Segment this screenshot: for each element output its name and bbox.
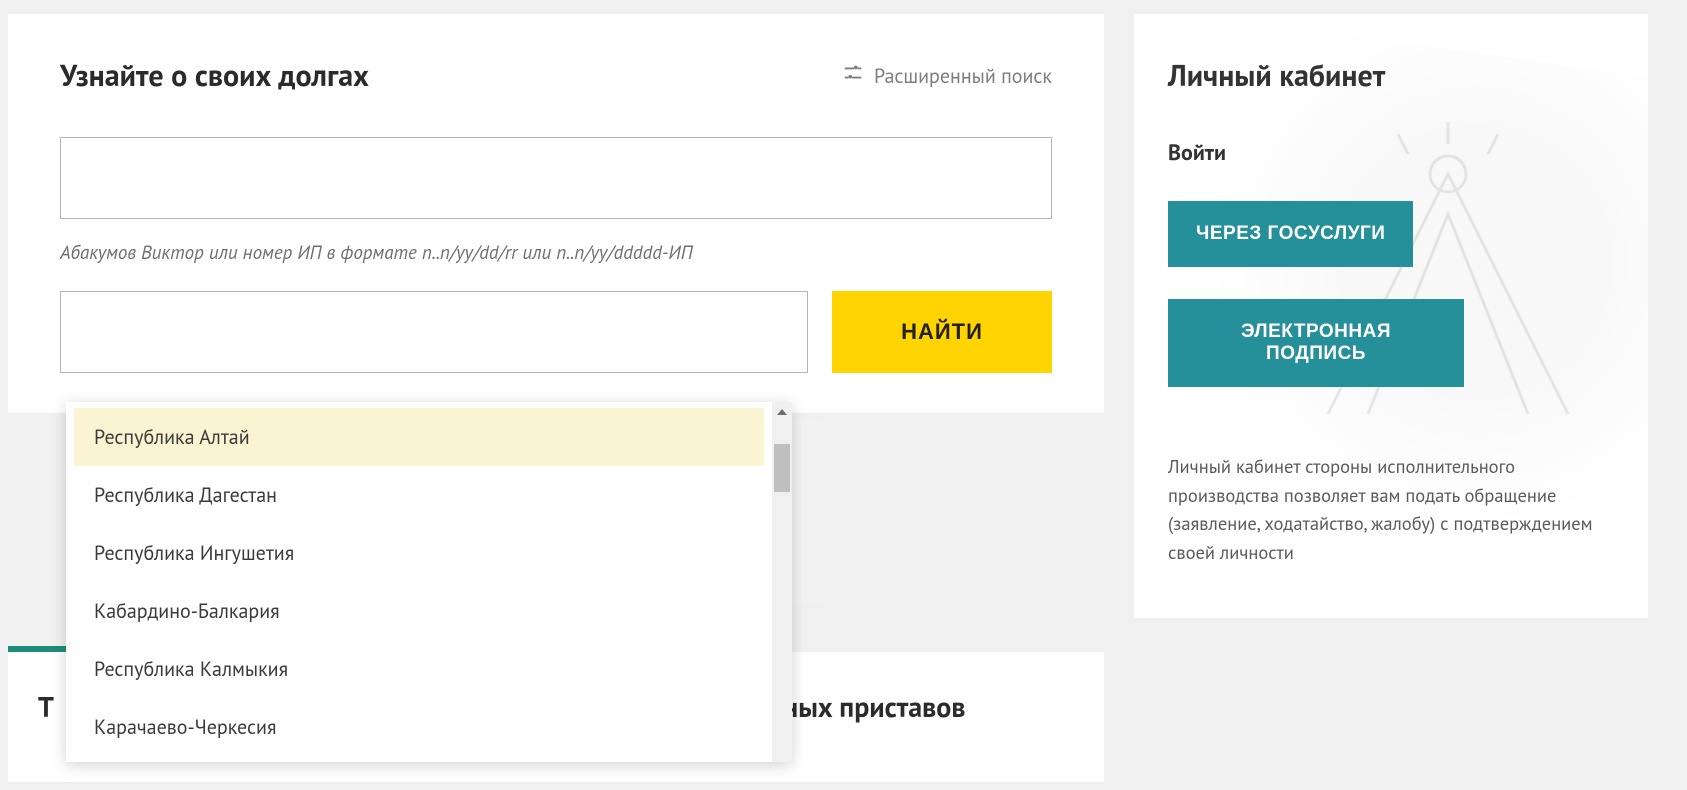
bottom-card-title-fragment: Т — [38, 688, 54, 725]
debt-search-panel: Узнайте о своих долгах Расширенный поиск… — [8, 14, 1104, 413]
region-input[interactable] — [60, 291, 808, 373]
sliders-icon — [842, 62, 864, 90]
region-dropdown-list: Республика Алтай Республика Дагестан Рес… — [66, 402, 772, 762]
login-esignature-button[interactable]: ЭЛЕКТРОННАЯ ПОДПИСЬ — [1168, 299, 1464, 387]
login-gosuslugi-button[interactable]: ЧЕРЕЗ ГОСУСЛУГИ — [1168, 201, 1413, 267]
dropdown-option[interactable]: Кабардино-Балкария — [66, 582, 772, 640]
personal-cabinet-panel: Личный кабинет Войти ЧЕРЕЗ ГОСУСЛУГИ ЭЛЕ… — [1134, 14, 1648, 618]
dropdown-option[interactable]: Республика Дагестан — [66, 466, 772, 524]
advanced-search-link[interactable]: Расширенный поиск — [842, 62, 1052, 90]
search-button[interactable]: НАЙТИ — [832, 291, 1052, 373]
query-hint: Абакумов Виктор или номер ИП в формате n… — [60, 241, 1052, 265]
scroll-thumb[interactable] — [774, 444, 790, 492]
search-title: Узнайте о своих долгах — [60, 56, 369, 95]
advanced-search-label: Расширенный поиск — [874, 63, 1052, 89]
cabinet-title: Личный кабинет — [1168, 56, 1614, 95]
dropdown-option[interactable]: Карачаево-Черкесия — [66, 698, 772, 756]
emblem-background-icon — [1268, 114, 1628, 474]
dropdown-option[interactable]: Республика Ингушетия — [66, 524, 772, 582]
cabinet-description: Личный кабинет стороны исполнительного п… — [1168, 453, 1614, 568]
dropdown-option[interactable]: Республика Калмыкия — [66, 640, 772, 698]
debtor-query-input[interactable] — [60, 137, 1052, 219]
login-label: Войти — [1168, 139, 1614, 167]
dropdown-scrollbar[interactable] — [772, 402, 792, 762]
region-dropdown[interactable]: Республика Алтай Республика Дагестан Рес… — [66, 402, 792, 762]
dropdown-option[interactable]: Республика Алтай — [74, 408, 764, 466]
scroll-up-icon[interactable] — [772, 402, 792, 422]
